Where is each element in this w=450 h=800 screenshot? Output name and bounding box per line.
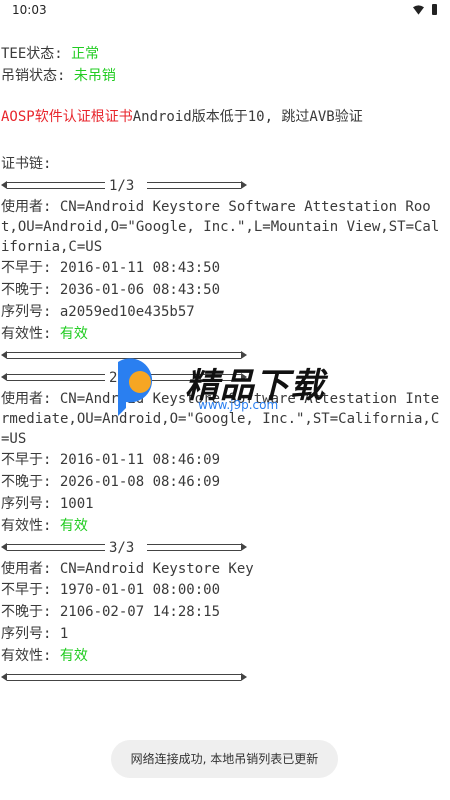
cert-separator: 3/3	[1, 537, 447, 559]
cert-serial: 序列号: 1001	[1, 496, 94, 512]
cert-separator-end	[1, 667, 447, 689]
toast-message: 网络连接成功, 本地吊销列表已更新	[111, 740, 338, 778]
cert-validity: 有效性: 有效	[1, 518, 88, 534]
cert-not-before: 不早于: 1970-01-01 08:00:00	[1, 582, 221, 598]
cert-serial: 序列号: a2059ed10e435b57	[1, 304, 195, 320]
tee-status-label: TEE状态:	[1, 46, 72, 62]
watermark-url: www.j9p.com	[198, 398, 279, 412]
cert-index: 1/3	[109, 178, 135, 194]
cert-validity: 有效性: 有效	[1, 326, 88, 342]
tee-status-row: TEE状态: 正常	[1, 43, 447, 65]
revoke-status-row: 吊销状态: 未吊销	[1, 65, 447, 87]
cert-not-before: 不早于: 2016-01-11 08:46:09	[1, 452, 221, 468]
cert-subject: 使用者: CN=Android Keystore Key	[1, 561, 254, 577]
cert-index: 3/3	[109, 540, 135, 556]
warning-red-text: AOSP软件认证根证书	[1, 109, 133, 125]
wifi-icon	[413, 5, 424, 15]
status-time: 10:03	[12, 3, 47, 17]
cert-subject: 使用者: CN=Android Keystore Software Attest…	[1, 199, 440, 255]
cert-not-after: 不晚于: 2036-01-06 08:43:50	[1, 282, 221, 298]
cert-not-after: 不晚于: 2026-01-08 08:46:09	[1, 474, 221, 490]
status-bar: 10:03	[0, 0, 450, 22]
cert-separator: 1/3	[1, 175, 447, 197]
cert-not-before: 不早于: 2016-01-11 08:43:50	[1, 260, 221, 276]
cert-serial: 序列号: 1	[1, 626, 69, 642]
watermark-logo-icon	[118, 358, 153, 416]
warning-text: Android版本低于10, 跳过AVB验证	[132, 109, 363, 125]
cert-not-after: 不晚于: 2106-02-07 14:28:15	[1, 604, 221, 620]
revoke-status-label: 吊销状态:	[1, 68, 74, 84]
chain-title: 证书链:	[1, 156, 52, 172]
watermark: 精品下载 www.j9p.com	[110, 352, 370, 432]
battery-icon	[432, 4, 437, 15]
warning-row: AOSP软件认证根证书Android版本低于10, 跳过AVB验证	[1, 107, 447, 127]
cert-validity: 有效性: 有效	[1, 648, 88, 664]
revoke-status-value: 未吊销	[73, 68, 116, 84]
tee-status-value: 正常	[71, 46, 100, 62]
